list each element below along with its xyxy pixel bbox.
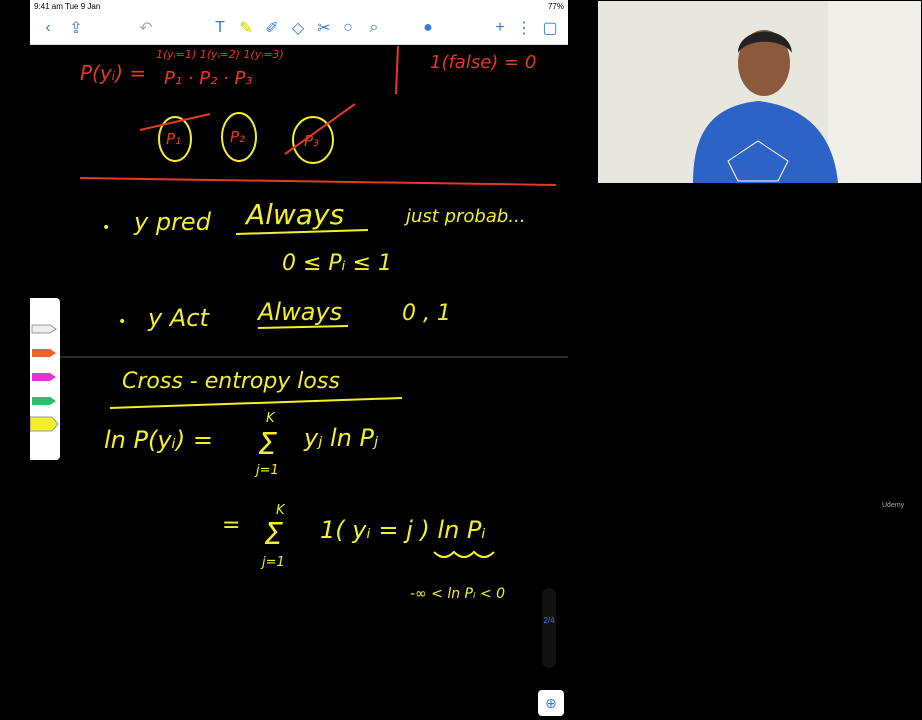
eq2-sum-top: K <box>276 503 286 518</box>
line1-exponents: 1(yᵢ=1) 1(yᵢ=2) 1(yᵢ=3) <box>156 48 284 61</box>
webcam-feed <box>598 1 921 183</box>
eq1-sum-top: K <box>266 411 276 426</box>
bullet2-dot: • <box>118 314 126 330</box>
circled-p1-text: P₁ <box>166 130 181 148</box>
ipad-screen: 9:41 am Tue 9 Jan 77% ‹ ⇪ ↶ T ✎ ✐ ◇ ✂ ○ … <box>30 0 568 718</box>
bullet1-tail: just probab... <box>403 206 525 227</box>
eq2-eq: = <box>222 513 240 538</box>
pen-palette <box>30 298 60 460</box>
squiggle-underline <box>433 550 495 558</box>
add-icon[interactable]: + <box>490 18 510 38</box>
page-icon[interactable]: ▢ <box>540 18 560 38</box>
underline-always-2 <box>257 325 349 329</box>
presenter-image <box>598 1 921 183</box>
eraser-icon[interactable]: ◇ <box>288 18 308 38</box>
scroll-page-label: 2/4 <box>543 616 555 625</box>
divider-vertical <box>395 45 399 95</box>
eq2-sum-bottom: j=1 <box>260 555 285 570</box>
zoom-icon[interactable]: ⊕ <box>538 690 564 716</box>
page-scroller[interactable]: 2/4 <box>542 588 556 668</box>
text-icon[interactable]: T <box>210 18 230 38</box>
undo-icon[interactable]: ↶ <box>136 18 156 38</box>
pen-icon[interactable]: ✐ <box>262 18 282 38</box>
lasso-icon[interactable]: ✂ <box>314 18 334 38</box>
pen-yellow[interactable] <box>30 416 60 432</box>
eq1-sum-bottom: j=1 <box>254 463 279 478</box>
pen-magenta[interactable] <box>30 370 60 382</box>
line1-lhs: P(yᵢ) = <box>80 61 146 85</box>
bullet1-range: 0 ≤ Pᵢ ≤ 1 <box>282 251 392 276</box>
back-icon[interactable]: ‹ <box>38 18 58 38</box>
section-divider-red <box>79 177 557 186</box>
bullet2-label: y Act <box>147 304 210 332</box>
pen-green[interactable] <box>30 394 60 406</box>
eq1-term: yⱼ ln Pⱼ <box>303 424 379 452</box>
eq3-range: -∞ < ln Pᵢ < 0 <box>410 586 505 602</box>
status-bar: 9:41 am Tue 9 Jan 77% <box>30 0 568 14</box>
search-icon[interactable]: ⌕ <box>364 18 384 38</box>
eq2-sum-sign: Σ <box>264 517 283 552</box>
udemy-watermark: Udemy <box>882 502 905 509</box>
bullet1-always: Always <box>244 198 344 231</box>
eq2-term: 1( yᵢ = j ) ln Pᵢ <box>320 516 486 544</box>
more-icon[interactable]: ⋮ <box>514 18 534 38</box>
indicator-false: 1(false) = 0 <box>430 52 536 73</box>
circled-probabilities: P₁ P₂ P₃ <box>139 103 356 164</box>
status-battery: 77% <box>547 2 564 11</box>
highlighter-icon[interactable]: ✎ <box>236 18 256 38</box>
notes-toolbar: ‹ ⇪ ↶ T ✎ ✐ ◇ ✂ ○ ⌕ ● + ⋮ ▢ <box>30 14 568 45</box>
share-icon[interactable]: ⇪ <box>66 18 86 38</box>
shapes-icon[interactable]: ○ <box>338 18 358 38</box>
eq1-lhs: ln P(yᵢ) = <box>104 426 213 454</box>
status-time: 9:41 am Tue 9 Jan <box>34 2 101 11</box>
line1-powers: P₁ · P₂ · P₃ <box>164 68 253 89</box>
pen-white[interactable] <box>30 322 60 334</box>
mic-icon[interactable]: ● <box>418 18 438 38</box>
section-title: Cross - entropy loss <box>122 369 340 394</box>
bullet1-label: y pred <box>133 208 212 236</box>
bullet2-always: Always <box>256 298 342 326</box>
pen-orange[interactable] <box>30 346 60 358</box>
eq1-sum-sign: Σ <box>258 427 277 462</box>
bullet2-values: 0 , 1 <box>402 301 451 326</box>
handwriting-canvas[interactable]: P(yᵢ) = 1(yᵢ=1) 1(yᵢ=2) 1(yᵢ=3) P₁ · P₂ … <box>30 44 568 718</box>
title-underline <box>109 397 403 409</box>
bullet1-dot: • <box>102 220 110 236</box>
circled-p2-text: P₂ <box>230 128 245 146</box>
